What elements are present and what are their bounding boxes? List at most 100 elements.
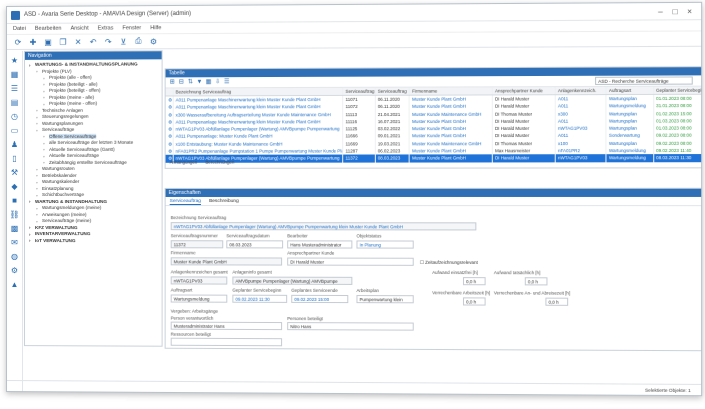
save-icon[interactable]: ▣ — [43, 37, 53, 47]
menu-ansicht[interactable]: Ansicht — [71, 26, 89, 32]
ende-field[interactable]: 09.02.2023 15:00 — [291, 294, 349, 304]
ende-label: Geplantes Serviceende — [291, 287, 338, 293]
close-icon[interactable]: × — [682, 6, 697, 15]
delete-icon[interactable]: ✕ — [73, 37, 83, 47]
column-header[interactable]: Auftragsart — [606, 86, 654, 95]
menu-datei[interactable]: Datei — [13, 26, 26, 32]
tab-berechnungen[interactable]: Berechnungen — [205, 160, 234, 168]
sort-icon[interactable]: ⇅ — [187, 79, 194, 86]
column-header[interactable]: Serviceauftrag — [343, 87, 376, 95]
auftragsart-select[interactable]: Wartungsmeldung — [170, 294, 228, 303]
copy-icon[interactable]: ❐ — [58, 37, 68, 47]
table-cell: Muster Kunde Maintenance GmbH — [409, 139, 493, 148]
service-order-icon: ⚙ — [165, 140, 174, 148]
table-cell: x100 — [555, 139, 607, 148]
properties-tabs: Serviceauftrag Beschreibung — [165, 196, 703, 207]
person-field[interactable]: Musteradministrator Hans — [170, 321, 283, 331]
table-cell: DI Harald Muster — [492, 117, 556, 126]
arbeitsplan-field[interactable]: Pumpenwartung klein — [356, 295, 414, 304]
status-field[interactable]: In Planung — [356, 240, 414, 249]
collapse-icon[interactable]: ⊟ — [178, 79, 185, 86]
nav-item-label: Wartungsrouten — [42, 165, 75, 171]
car-icon[interactable]: ◆ — [9, 181, 20, 192]
clock-icon[interactable]: ◷ — [9, 111, 20, 122]
firma-field[interactable]: Muster Kunde Plant GmbH — [170, 257, 283, 266]
verrechenbar-label: Verrechenbare Arbeitszeit [h] — [432, 290, 491, 296]
menu-extras[interactable]: Extras — [98, 25, 114, 31]
expand-icon[interactable]: ⊞ — [169, 79, 176, 86]
bezeichnung-field[interactable]: nWTAG1PV03 Abfüllanlage Pumpenlager (War… — [170, 222, 477, 231]
menu-fenster[interactable]: Fenster — [122, 25, 141, 31]
warning-icon[interactable]: ▲ — [9, 279, 20, 290]
table-cell: 09.02.2023 11:40 — [653, 146, 703, 155]
minimize-icon[interactable]: – — [653, 7, 668, 16]
filter-icon[interactable]: ⊻ — [118, 36, 128, 46]
tab-serviceauftrag[interactable]: Serviceauftrag — [169, 196, 201, 206]
table-cell: 08.03.2023 11:30 — [653, 154, 703, 162]
settings-icon[interactable]: ⚙ — [148, 36, 158, 46]
menu-bearbeiten[interactable]: Bearbeiten — [35, 26, 62, 32]
bearbeiter-field[interactable]: Hans Musteradministrator — [287, 240, 353, 249]
aufwand-field[interactable]: 0,0 h — [462, 277, 486, 286]
list-icon[interactable]: ☰ — [9, 83, 20, 94]
folder-icon[interactable]: ▭ — [9, 125, 20, 136]
new-icon[interactable]: ✚ — [28, 37, 38, 47]
search-field[interactable]: ASD - Recherche Serviceaufträge — [595, 76, 693, 85]
verrechenbar-field[interactable]: 0,0 h — [462, 297, 486, 306]
nr-field[interactable]: 11372 — [170, 240, 224, 249]
menu-hilfe[interactable]: Hilfe — [150, 25, 161, 31]
gear-icon[interactable]: ⚙ — [9, 265, 20, 276]
info-field[interactable]: AMVBpumpe Pumpenlager (Wartung) AMVBpump… — [232, 276, 353, 285]
ansprechpartner-field[interactable]: DI Harald Muster — [287, 257, 414, 266]
tab-beschreibung[interactable]: Beschreibung — [209, 197, 239, 205]
document-icon[interactable]: ▯ — [9, 153, 20, 164]
link-icon[interactable]: ⛓ — [9, 209, 20, 220]
ansprechpartner-label: Ansprechpartner Kunde — [287, 250, 335, 256]
column-header[interactable]: Serviceauftrag — [375, 87, 410, 95]
tool-icon[interactable]: ⚒ — [9, 167, 20, 178]
column-header[interactable]: Anlagenkennzeich. — [555, 86, 607, 95]
chart-icon[interactable]: ▤ — [9, 97, 20, 108]
nav-item-label: Projekte (meine - offen) — [49, 100, 98, 106]
column-header[interactable]: Ansprechpartner Kunde — [492, 87, 556, 95]
calendar-icon[interactable]: ▦ — [9, 69, 20, 80]
beginn-field[interactable]: 09.02.2023 11:30 — [232, 294, 288, 303]
nav-item[interactable]: › IoT VERWALTUNG — [27, 238, 162, 245]
datum-field[interactable]: 08.03.2023 — [226, 240, 284, 249]
grid-icon[interactable]: ▩ — [9, 223, 20, 234]
mail-icon[interactable]: ✉ — [9, 237, 20, 248]
column-header[interactable]: Firmenname — [409, 87, 493, 95]
aufwand-tats-label: Aufwand tatsächlich [h] — [493, 270, 541, 276]
kz-field[interactable]: nWTAG1PV03 — [170, 276, 228, 285]
globe-icon[interactable]: ◍ — [9, 251, 20, 262]
undo-icon[interactable]: ↶ — [88, 37, 98, 47]
person-icon[interactable]: ♟ — [9, 139, 20, 150]
verrechenbar-reise-field[interactable]: 0,0 h — [545, 297, 569, 306]
print-icon[interactable]: ⎙ — [133, 36, 143, 46]
aufwand-tats-field[interactable]: 0,0 h — [524, 277, 548, 286]
zeit-label: Zeitaufzeichnungsrelevant — [425, 259, 478, 265]
beteiligt-field[interactable]: Nitro Hans — [287, 322, 414, 331]
column-header[interactable]: Geplanter Servicebeginn — [653, 86, 703, 94]
table-cell: Muster Kunde Plant GmbH — [409, 147, 493, 155]
tab-anhaengungen[interactable]: Anhängungen — [170, 160, 198, 168]
table-cell: 21.04.2021 — [375, 110, 410, 118]
refresh-icon[interactable]: ⟳ — [13, 37, 23, 47]
filter-icon[interactable]: ▼ — [196, 79, 203, 86]
column-header[interactable]: Bezeichnung Serviceauftrag — [173, 87, 344, 96]
navigation-panel: Navigation › WARTUNGS- & INSTANDHALTUNGSP… — [23, 50, 163, 347]
export-icon[interactable]: ⇩ — [214, 79, 221, 86]
chevron-icon: › — [28, 238, 31, 244]
redo-icon[interactable]: ↷ — [103, 36, 113, 46]
box-icon[interactable]: ■ — [9, 195, 20, 206]
ressourcen-field[interactable] — [170, 337, 283, 347]
column-icon[interactable]: ☰ — [223, 79, 230, 86]
maximize-icon[interactable]: □ — [668, 7, 683, 16]
table-row[interactable]: ⚙ nWTAG1PV03 Abfüllanlage Pumpenlager (Wa… — [165, 154, 703, 163]
folder-icon: ▫ — [35, 212, 38, 218]
nr-label: Serviceauftragsnummer — [170, 233, 218, 239]
zeit-checkbox[interactable]: ☐ Zeitaufzeichnungsrelevant — [420, 260, 478, 266]
group-icon[interactable]: ▦ — [205, 79, 212, 86]
aufwand-label: Aufwand einsatzfrei [h] — [432, 269, 478, 276]
favorites-icon[interactable]: ★ — [9, 55, 20, 66]
